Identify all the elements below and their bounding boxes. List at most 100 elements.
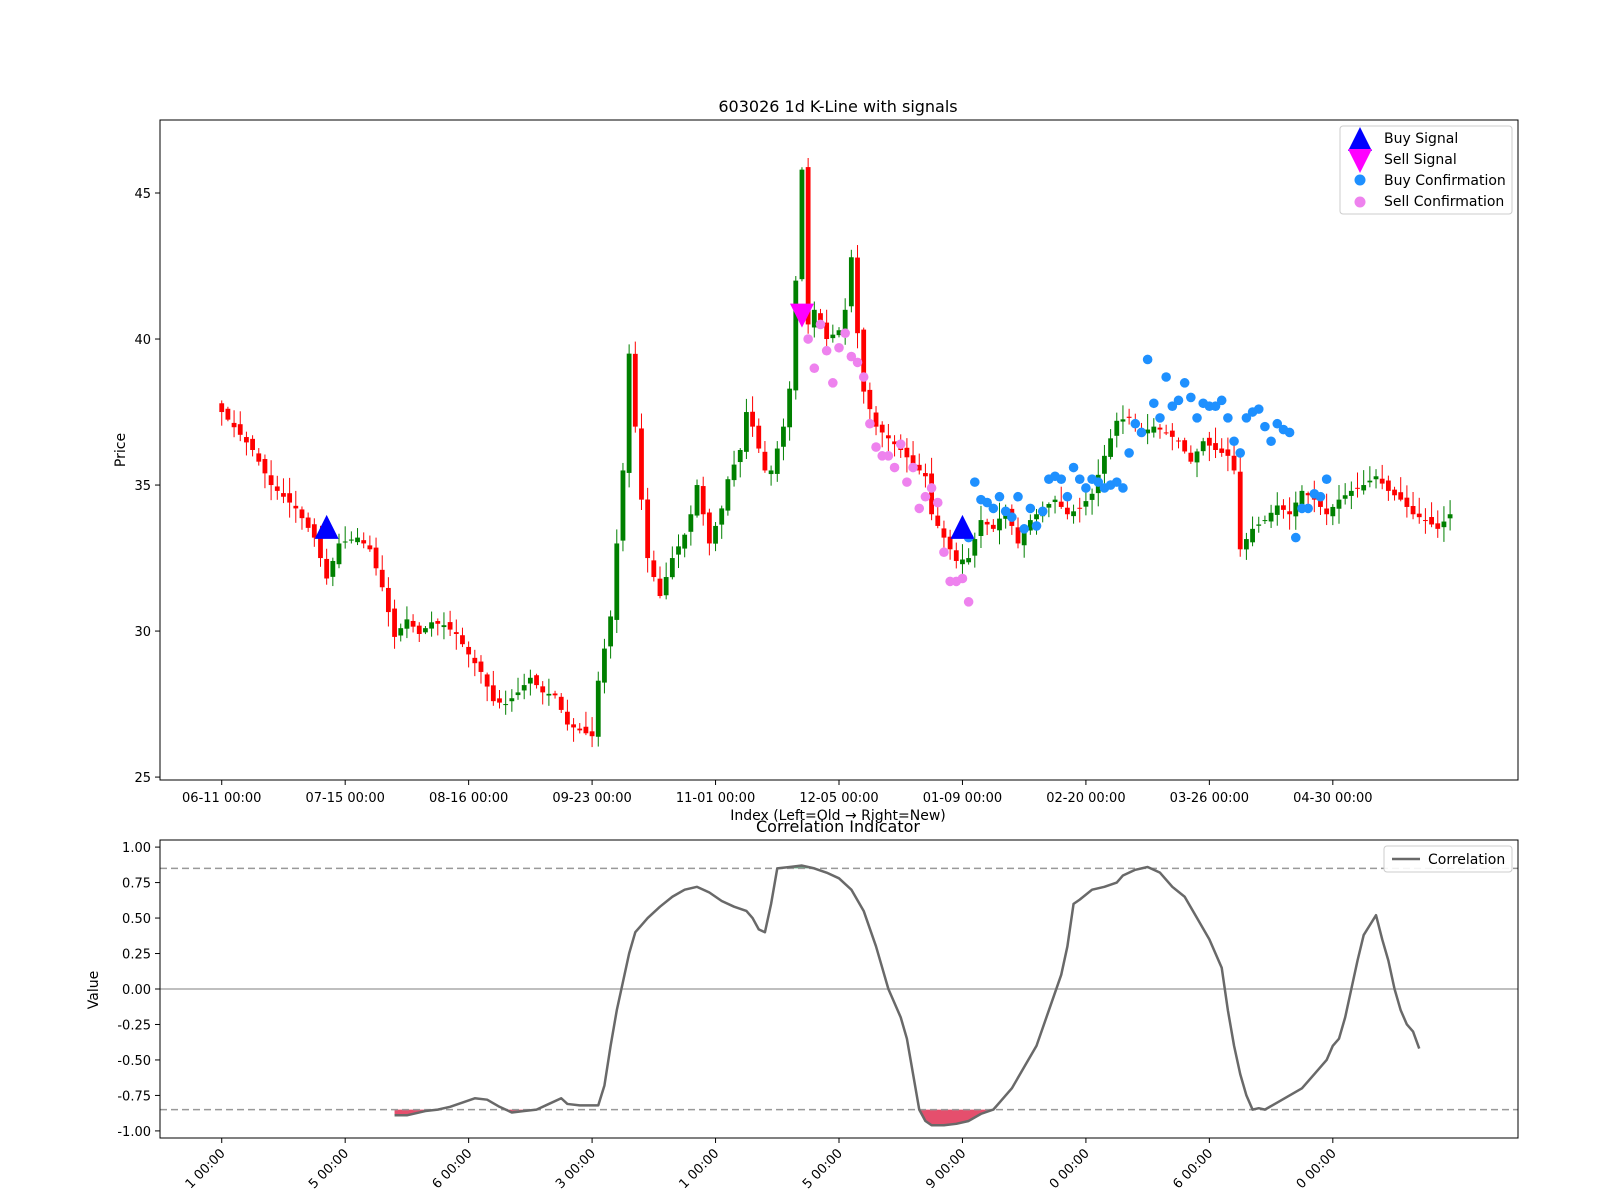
correlation-y-tick-label: 1.00 bbox=[122, 841, 151, 856]
candle-body bbox=[546, 693, 552, 696]
kline-y-tick-label: 45 bbox=[134, 187, 151, 202]
candle-body bbox=[904, 447, 910, 458]
candle-body bbox=[1176, 440, 1181, 442]
candle-body bbox=[1244, 539, 1249, 550]
sell-confirmation-point bbox=[815, 319, 826, 330]
sell-confirmation-point bbox=[932, 497, 943, 508]
candle-body bbox=[830, 334, 836, 339]
buy-confirmation-point bbox=[1124, 448, 1134, 458]
kline-x-tick-label: 04-30 00:00 bbox=[1293, 791, 1372, 806]
candle-body bbox=[250, 438, 255, 450]
legend-buy-signal-label: Buy Signal bbox=[1384, 131, 1458, 147]
correlation-plot-area bbox=[160, 864, 1518, 1127]
sell-confirmation-point bbox=[914, 503, 925, 514]
correlation-title: Correlation Indicator bbox=[756, 817, 920, 836]
candle-body bbox=[1404, 497, 1410, 507]
kline-plot-area bbox=[219, 158, 1453, 748]
correlation-legend: Correlation bbox=[1383, 845, 1513, 873]
candle-body bbox=[225, 408, 231, 420]
correlation-x-tick-label: 1 00:00 bbox=[183, 1146, 229, 1192]
candle-body bbox=[1336, 499, 1342, 509]
candle-body bbox=[589, 731, 595, 737]
candle-body bbox=[1361, 485, 1367, 491]
kline-y-tick-label: 40 bbox=[134, 333, 151, 348]
correlation-y-tick-label: -1.00 bbox=[117, 1125, 151, 1140]
candle-body bbox=[429, 622, 434, 629]
sell-confirmation-point bbox=[902, 477, 912, 487]
buy-confirmation-point bbox=[1253, 404, 1264, 414]
candle-body bbox=[1348, 490, 1354, 496]
correlation-x-ticks: 1 00:00 5 00:00 6 00:00 3 00:00 1 00:00 5 00:… bbox=[183, 1138, 1340, 1192]
candle-body bbox=[1367, 480, 1373, 483]
candle-body bbox=[534, 675, 539, 686]
candle-body bbox=[571, 724, 576, 728]
candle-body bbox=[336, 543, 342, 565]
kline-legend: Buy Signal Sell Signal Buy Confirmation … bbox=[1339, 125, 1513, 215]
candle-body bbox=[392, 608, 397, 637]
candle-body bbox=[219, 403, 225, 413]
candle-body bbox=[923, 473, 928, 477]
buy-confirmation-point bbox=[1290, 532, 1301, 543]
candle-body bbox=[490, 685, 496, 702]
candle-body bbox=[268, 475, 274, 486]
candle-body bbox=[410, 620, 416, 627]
sell-confirmation-point bbox=[803, 334, 813, 344]
candle-body bbox=[540, 686, 546, 693]
candle-body bbox=[552, 693, 558, 696]
candle-body bbox=[1250, 528, 1255, 543]
candle-body bbox=[879, 424, 885, 433]
candle-body bbox=[706, 512, 712, 544]
kline-x-ticks: 06-11 00:00 07-15 00:00 08-16 00:00 09-23 0… bbox=[182, 780, 1373, 806]
buy-confirmation-point bbox=[1235, 448, 1246, 458]
buy-confirmation-point bbox=[1068, 462, 1079, 473]
candle-body bbox=[1268, 512, 1274, 522]
buy-confirmation-point bbox=[1229, 436, 1239, 447]
candle-body bbox=[373, 547, 379, 569]
candle-body bbox=[990, 524, 996, 529]
candle-body bbox=[1182, 440, 1188, 452]
candle-body bbox=[1447, 514, 1453, 519]
candle-body bbox=[725, 479, 731, 511]
candle-body bbox=[460, 635, 465, 645]
candle-body bbox=[1225, 449, 1231, 456]
kline-y-tick-label: 30 bbox=[134, 625, 151, 640]
candle-body bbox=[1126, 416, 1132, 418]
sell-confirmation-point bbox=[871, 442, 881, 452]
candle-body bbox=[978, 520, 984, 536]
candle-body bbox=[657, 578, 663, 597]
candle-body bbox=[466, 646, 472, 655]
candle-body bbox=[997, 518, 1002, 531]
candle-body bbox=[342, 541, 348, 543]
kline-x-tick-label: 09-23 00:00 bbox=[552, 791, 631, 806]
kline-title: 603026 1d K-Line with signals bbox=[718, 97, 957, 116]
candle-body bbox=[1330, 506, 1336, 517]
candle-body bbox=[762, 451, 768, 471]
buy-confirmation-point bbox=[1136, 427, 1147, 438]
correlation-x-tick-label: 9 00:00 bbox=[923, 1146, 969, 1192]
candle-body bbox=[793, 280, 799, 391]
candle-body bbox=[274, 486, 280, 491]
candle-body bbox=[565, 711, 570, 725]
candle-body bbox=[1114, 420, 1120, 436]
buy-confirmation-point bbox=[1025, 503, 1036, 514]
candlesticks bbox=[219, 158, 1453, 748]
sell-confirmation-point bbox=[834, 342, 844, 353]
sell-confirmation-point bbox=[889, 462, 900, 473]
candle-body bbox=[577, 728, 583, 731]
kline-x-tick-label: 12-05 00:00 bbox=[799, 791, 878, 806]
candle-body bbox=[935, 515, 941, 526]
candle-body bbox=[583, 726, 589, 734]
candle-body bbox=[731, 464, 737, 481]
legend-buy-confirmation-label: Buy Confirmation bbox=[1384, 173, 1506, 189]
candle-body bbox=[398, 628, 404, 636]
candle-body bbox=[1083, 501, 1089, 507]
correlation-y-tick-label: -0.75 bbox=[117, 1089, 151, 1104]
candle-body bbox=[694, 485, 700, 516]
correlation-x-tick-label: 6 00:00 bbox=[1170, 1146, 1216, 1192]
candle-body bbox=[626, 353, 632, 473]
candle-body bbox=[719, 508, 725, 525]
figure: 603026 1d K-Line with signals 25 30 35 40 45… bbox=[86, 97, 1519, 1192]
candle-body bbox=[1157, 427, 1163, 430]
buy-confirmation-point bbox=[994, 491, 1005, 502]
candle-body bbox=[602, 648, 607, 683]
